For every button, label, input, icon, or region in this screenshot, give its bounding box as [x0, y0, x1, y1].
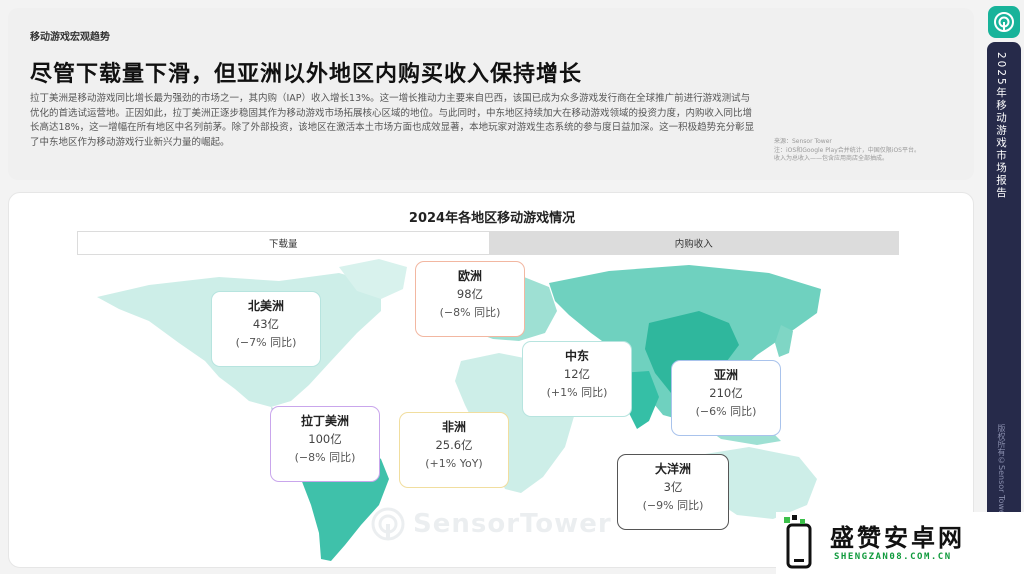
source-note-platforms: 注：iOS和Google Play合并统计，中国仅限iOS平台。 — [774, 146, 920, 154]
sensortower-logo-icon — [988, 6, 1020, 38]
copyright-vertical: 版权所有©Sensor Tower — [997, 424, 1006, 519]
region-name: 亚洲 — [713, 368, 738, 382]
watermark-text: SensorTower — [413, 509, 612, 539]
region-downloads: 43亿 — [252, 317, 280, 331]
report-title-vertical: 2025年移动游戏市场报告 — [995, 52, 1007, 200]
region-growth: (−6% 同比) — [695, 405, 757, 418]
region-name: 拉丁美洲 — [300, 414, 349, 428]
region-name: 非洲 — [441, 420, 466, 434]
region-growth: (−8% 同比) — [294, 451, 356, 464]
region-oceania: 大洋洲 3亿 (−9% 同比) — [617, 454, 729, 530]
intro-paragraph: 拉丁美洲是移动游戏同比增长最为强劲的市场之一，其内购（IAP）收入增长13%。这… — [30, 93, 755, 148]
phone-icon — [784, 515, 812, 569]
region-downloads: 100亿 — [308, 432, 342, 446]
region-downloads: 98亿 — [456, 287, 484, 301]
region-latin-america: 拉丁美洲 100亿 (−8% 同比) — [270, 406, 380, 482]
sensortower-watermark: SensorTower — [371, 507, 612, 541]
page-title: 尽管下载量下滑，但亚洲以外地区内购买收入保持增长 — [30, 62, 583, 87]
region-growth: (−9% 同比) — [642, 499, 704, 512]
region-downloads: 12亿 — [563, 367, 591, 381]
region-downloads: 25.6亿 — [435, 438, 473, 452]
report-page: 移动游戏宏观趋势 尽管下载量下滑，但亚洲以外地区内购买收入保持增长 拉丁美洲是移… — [0, 0, 1024, 574]
site-name: 盛赞安卓网 — [830, 524, 965, 552]
site-logo: 盛赞安卓网 SHENGZAN08.COM.CN — [776, 512, 1024, 574]
source-note-revenue: 收入为总收入——包含应用商店全部抽成。 — [774, 155, 889, 162]
region-growth: (−7% 同比) — [235, 336, 297, 349]
right-rail: 2025年移动游戏市场报告 版权所有©Sensor Tower — [984, 0, 1024, 574]
region-name: 大洋洲 — [654, 462, 691, 476]
region-asia: 亚洲 210亿 (−6% 同比) — [671, 360, 781, 436]
region-name: 中东 — [564, 349, 589, 363]
region-north-america: 北美洲 43亿 (−7% 同比) — [211, 291, 321, 367]
region-name: 欧洲 — [457, 269, 482, 283]
sensortower-icon — [371, 507, 405, 541]
site-url: SHENGZAN08.COM.CN — [834, 552, 952, 562]
region-africa: 非洲 25.6亿 (+1% YoY) — [399, 412, 509, 488]
radar-icon — [994, 12, 1014, 32]
region-middle-east: 中东 12亿 (+1% 同比) — [522, 341, 632, 417]
region-growth: (+1% YoY) — [425, 457, 483, 470]
region-growth: (+1% 同比) — [546, 386, 608, 399]
region-europe: 欧洲 98亿 (−8% 同比) — [415, 261, 525, 337]
region-downloads: 210亿 — [709, 386, 743, 400]
section-kicker: 移动游戏宏观趋势 — [30, 32, 110, 43]
region-name: 北美洲 — [247, 299, 284, 313]
source-note: 来源：Sensor Tower 注：iOS和Google Play合并统计，中国… — [774, 138, 944, 164]
region-downloads: 3亿 — [663, 480, 683, 494]
header-card: 移动游戏宏观趋势 尽管下载量下滑，但亚洲以外地区内购买收入保持增长 拉丁美洲是移… — [8, 8, 974, 180]
source-label: 来源：Sensor Tower — [774, 138, 832, 145]
region-growth: (−8% 同比) — [439, 306, 501, 319]
